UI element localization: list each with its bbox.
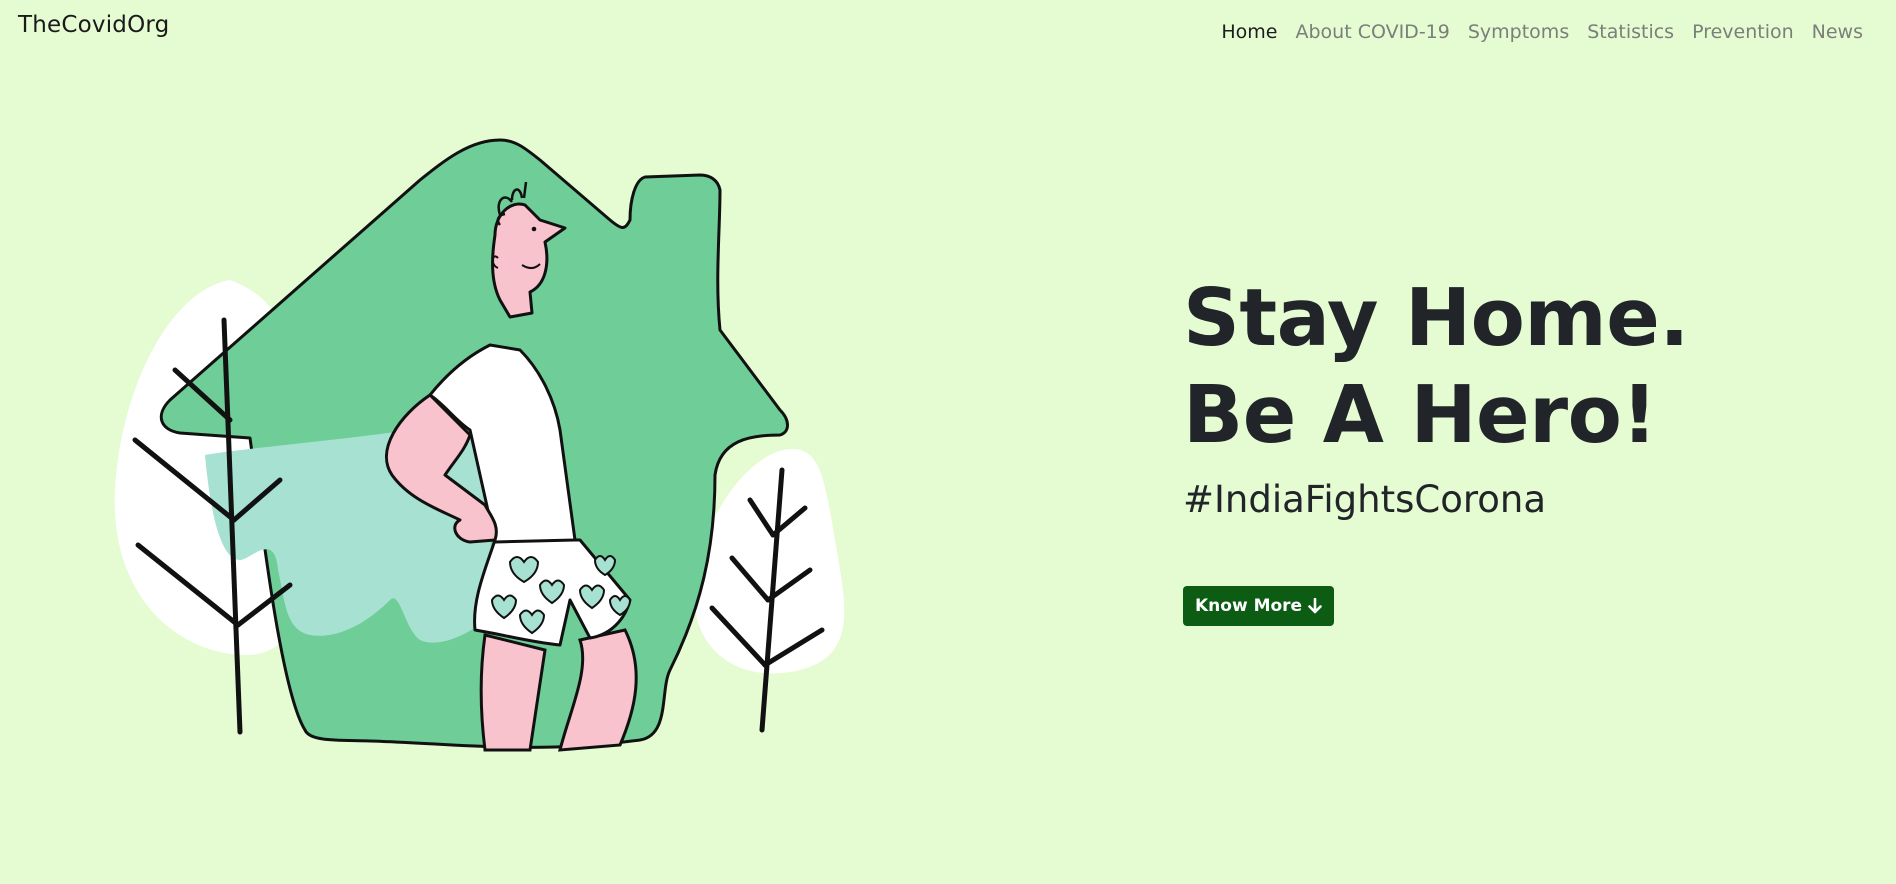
nav-menu: Home About COVID-19 Symptoms Statistics … (1212, 19, 1872, 45)
stay-home-hero-illustration (114, 138, 845, 752)
nav-item-about-covid[interactable]: About COVID-19 (1286, 19, 1458, 45)
know-more-button[interactable]: Know More (1183, 586, 1335, 626)
nav-item-symptoms[interactable]: Symptoms (1459, 19, 1578, 45)
hero-title-line1: Stay Home. (1183, 272, 1689, 364)
nav-item-statistics[interactable]: Statistics (1578, 19, 1683, 45)
hero-content: Stay Home. Be A Hero! #IndiaFightsCorona… (1183, 270, 1863, 626)
arrow-down-icon (1308, 598, 1322, 614)
hero-eye (531, 226, 537, 232)
hero-title-line2: Be A Hero! (1183, 369, 1657, 461)
nav-item-news[interactable]: News (1803, 19, 1872, 45)
nav-item-prevention[interactable]: Prevention (1683, 19, 1803, 45)
brand-logo[interactable]: TheCovidOrg (18, 12, 169, 38)
hero-illustration (100, 130, 850, 770)
know-more-label: Know More (1195, 596, 1303, 616)
nav-item-home[interactable]: Home (1212, 19, 1286, 45)
navbar: TheCovidOrg Home About COVID-19 Symptoms… (0, 0, 1896, 60)
hero-hashtag: #IndiaFightsCorona (1183, 478, 1547, 521)
hero-title: Stay Home. Be A Hero! (1183, 270, 1863, 464)
